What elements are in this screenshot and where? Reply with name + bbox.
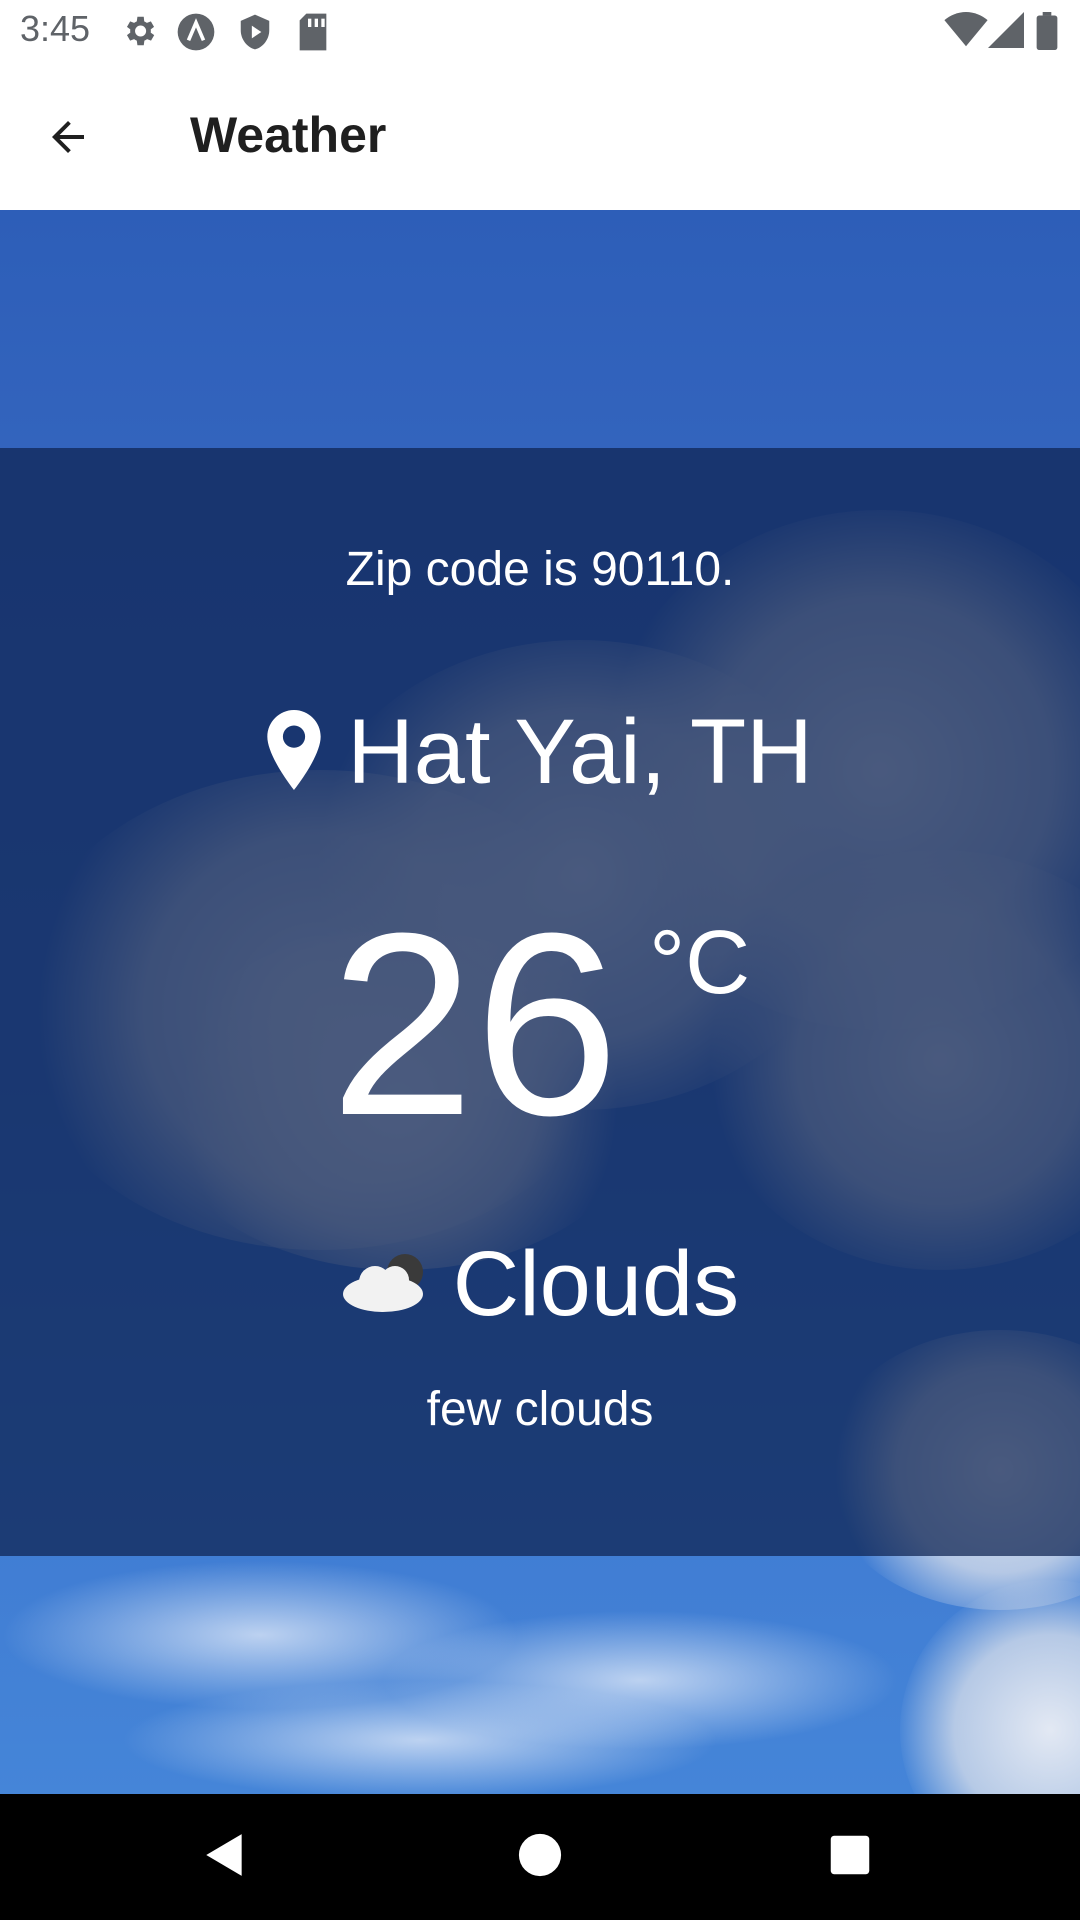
app-bar: Weather	[0, 62, 1080, 211]
back-button[interactable]	[36, 107, 100, 171]
temperature-value: 26	[329, 880, 620, 1170]
location-text: Hat Yai, TH	[347, 701, 813, 803]
a-circle-icon	[176, 12, 216, 57]
location-pin-icon	[267, 710, 322, 795]
sd-card-icon	[296, 12, 330, 57]
cloud-night-icon	[341, 1250, 429, 1319]
condition-text: Clouds	[452, 1233, 740, 1335]
recents-square-icon	[829, 1834, 871, 1881]
weather-description: few clouds	[426, 1383, 654, 1436]
status-time: 3:45	[20, 8, 91, 49]
home-circle-icon	[517, 1832, 563, 1883]
navigation-bar	[0, 1794, 1080, 1920]
zip-code-text: Zip code is 90110.	[345, 543, 735, 596]
nav-home-button[interactable]	[505, 1822, 575, 1892]
battery-icon	[1036, 12, 1058, 55]
wifi-icon	[944, 12, 988, 53]
nav-recents-button[interactable]	[815, 1822, 885, 1892]
temperature-row: 26 °C	[0, 880, 1080, 1170]
arrow-back-icon	[44, 113, 92, 166]
temperature-unit: °C	[649, 913, 751, 1013]
nav-back-button[interactable]	[190, 1822, 260, 1892]
settings-icon	[120, 12, 158, 55]
back-triangle-icon	[200, 1830, 250, 1885]
page-title: Weather	[190, 107, 387, 163]
play-shield-icon	[236, 12, 274, 57]
signal-icon	[988, 12, 1024, 53]
condition-row: Clouds	[0, 1232, 1080, 1337]
status-bar: 3:45	[0, 0, 1080, 62]
location-row: Hat Yai, TH	[0, 700, 1080, 805]
